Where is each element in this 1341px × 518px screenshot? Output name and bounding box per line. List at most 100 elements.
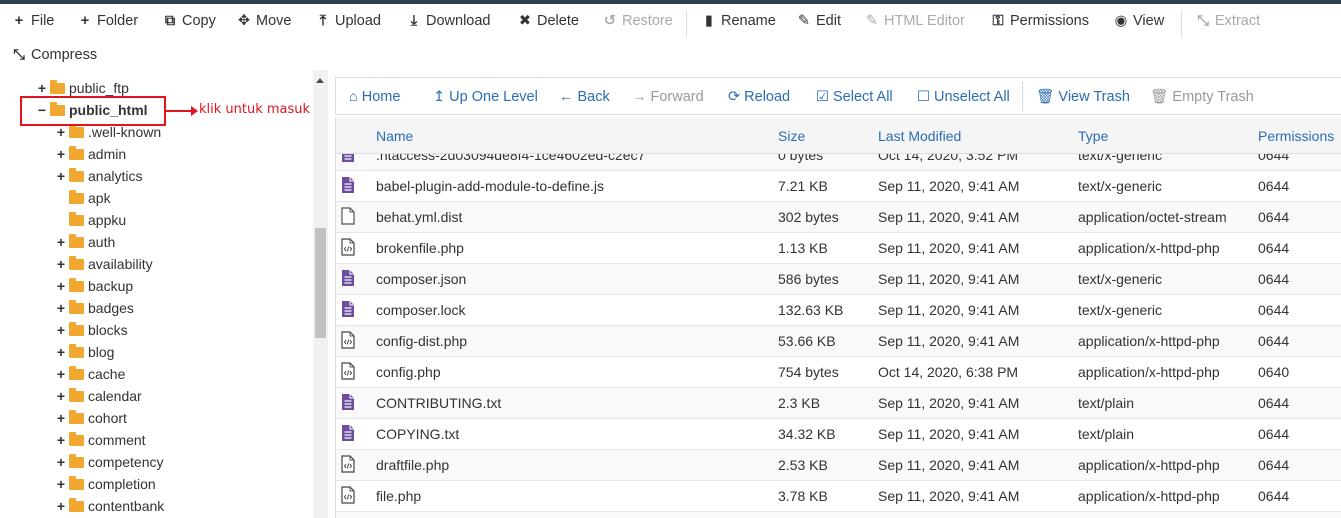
tree-scrollbar[interactable] xyxy=(313,70,328,518)
table-row[interactable]: draftfile.php 2.53 KB Sep 11, 2020, 9:41 A… xyxy=(336,450,1341,481)
tree-item-badges[interactable]: + badges xyxy=(55,297,134,319)
folder-icon xyxy=(69,190,84,204)
move-icon: ✥ xyxy=(237,13,251,29)
tree-item-backup[interactable]: + backup xyxy=(55,275,133,297)
expand-icon[interactable]: + xyxy=(55,429,67,451)
cell-name: COPYING.txt xyxy=(376,426,460,442)
cell-type: text/plain xyxy=(1078,395,1135,411)
table-row[interactable]: composer.json 586 bytes Sep 11, 2020, 9:41… xyxy=(336,264,1341,295)
file-button[interactable]: + File xyxy=(12,8,55,34)
column-header-last-modified[interactable]: Last Modified xyxy=(878,128,961,144)
edit-button[interactable]: ✎ Edit xyxy=(797,8,841,34)
reload-button[interactable]: ⟳ Reload xyxy=(728,87,790,107)
cell-type: application/octet-stream xyxy=(1078,209,1227,225)
scroll-up-icon[interactable] xyxy=(316,78,324,83)
expand-icon[interactable]: + xyxy=(55,165,67,187)
cell-perms: 0644 xyxy=(1258,488,1290,504)
expand-icon[interactable]: + xyxy=(55,341,67,363)
home-button[interactable]: ⌂ Home xyxy=(349,87,400,107)
upload-button[interactable]: ⤒ Upload xyxy=(316,8,381,34)
code-file-icon xyxy=(341,362,355,380)
tree-item-auth[interactable]: + auth xyxy=(55,231,115,253)
tree-item-blog[interactable]: + blog xyxy=(55,341,114,363)
up-one-level-button[interactable]: ↥ Up One Level xyxy=(433,87,538,107)
tree-item-blocks[interactable]: + blocks xyxy=(55,319,128,341)
table-row[interactable]: brokenfile.php 1.13 KB Sep 11, 2020, 9:41 … xyxy=(336,233,1341,264)
copy-button[interactable]: ⧉ Copy xyxy=(163,8,216,34)
table-row[interactable]: .htaccess-2d03094de8f4-1ce4602ed-c2ec7 0 … xyxy=(336,154,1341,171)
compress-button[interactable]: ⤡ Compress xyxy=(12,42,97,68)
expand-icon[interactable]: + xyxy=(55,473,67,495)
column-header-permissions[interactable]: Permissions xyxy=(1258,128,1334,144)
pencil-icon: ✎ xyxy=(797,13,811,29)
view-button[interactable]: ◉ View xyxy=(1114,8,1165,34)
select-all-button[interactable]: ☑ Select All xyxy=(816,87,893,107)
table-body: .htaccess-2d03094de8f4-1ce4602ed-c2ec7 0 … xyxy=(336,154,1341,518)
code-file-icon xyxy=(341,455,355,473)
back-button[interactable]: ← Back xyxy=(559,87,610,107)
tree-item-comment[interactable]: + comment xyxy=(55,429,146,451)
tree-item-label: blog xyxy=(88,344,115,360)
rename-button[interactable]: ▮ Rename xyxy=(702,8,776,34)
restore-label: Restore xyxy=(622,13,673,29)
tree-item-analytics[interactable]: + analytics xyxy=(55,165,142,187)
tree-item-appku[interactable]: appku xyxy=(55,209,126,231)
expand-icon[interactable]: + xyxy=(55,407,67,429)
blank-file-icon xyxy=(341,207,355,225)
tree-item-label: competency xyxy=(88,454,164,470)
column-header-type[interactable]: Type xyxy=(1078,128,1108,144)
cell-name: composer.json xyxy=(376,271,467,287)
cell-perms: 0644 xyxy=(1258,240,1290,256)
expand-icon[interactable]: + xyxy=(55,297,67,319)
expand-icon[interactable]: + xyxy=(55,143,67,165)
move-button[interactable]: ✥ Move xyxy=(237,8,292,34)
tree-item-apk[interactable]: apk xyxy=(55,187,111,209)
tree-item-cohort[interactable]: + cohort xyxy=(55,407,127,429)
cell-modified: Sep 11, 2020, 9:41 AM xyxy=(878,488,1020,504)
folder-icon xyxy=(69,124,84,138)
column-header-name[interactable]: Name xyxy=(376,128,413,144)
delete-button[interactable]: ✖ Delete xyxy=(518,8,579,34)
expand-icon[interactable]: + xyxy=(55,363,67,385)
cell-name: .htaccess-2d03094de8f4-1ce4602ed-c2ec7 xyxy=(376,154,646,163)
tree-item-calendar[interactable]: + calendar xyxy=(55,385,142,407)
folder-icon xyxy=(69,432,84,446)
table-row[interactable] xyxy=(336,512,1341,518)
table-row[interactable]: composer.lock 132.63 KB Sep 11, 2020, 9:41… xyxy=(336,295,1341,326)
table-row[interactable]: config-dist.php 53.66 KB Sep 11, 2020, 9:4… xyxy=(336,326,1341,357)
cell-size: 754 bytes xyxy=(778,364,839,380)
file-table: Name Size Last Modified Type Permissions .ht… xyxy=(335,118,1341,518)
tree-item-contentbank[interactable]: + contentbank xyxy=(55,495,164,517)
view-trash-button[interactable]: 🗑 View Trash xyxy=(1036,87,1130,107)
tree-item-availability[interactable]: + availability xyxy=(55,253,153,275)
up-one-level-label: Up One Level xyxy=(449,89,538,105)
table-row[interactable]: behat.yml.dist 302 bytes Sep 11, 2020, 9:4… xyxy=(336,202,1341,233)
tree-item-admin[interactable]: + admin xyxy=(55,143,126,165)
tree-item-competency[interactable]: + competency xyxy=(55,451,163,473)
folder-button[interactable]: + Folder xyxy=(78,8,138,34)
table-row[interactable]: config.php 754 bytes Oct 14, 2020, 6:38 PM… xyxy=(336,357,1341,388)
tree-item-label: .well-known xyxy=(88,124,162,140)
expand-icon[interactable]: + xyxy=(55,495,67,517)
download-button[interactable]: ⤓ Download xyxy=(407,8,491,34)
cell-perms: 0644 xyxy=(1258,178,1290,194)
permissions-button[interactable]: ⚿ Permissions xyxy=(991,8,1089,34)
expand-icon[interactable]: + xyxy=(55,231,67,253)
expand-icon[interactable]: + xyxy=(55,451,67,473)
column-header-size[interactable]: Size xyxy=(778,128,805,144)
cell-perms: 0644 xyxy=(1258,302,1290,318)
expand-icon[interactable]: + xyxy=(55,385,67,407)
scrollbar-thumb[interactable] xyxy=(315,228,326,338)
table-row[interactable]: CONTRIBUTING.txt 2.3 KB Sep 11, 2020, 9:41… xyxy=(336,388,1341,419)
table-row[interactable]: COPYING.txt 34.32 KB Sep 11, 2020, 9:41 AM… xyxy=(336,419,1341,450)
tree-item-cache[interactable]: + cache xyxy=(55,363,125,385)
table-row[interactable]: file.php 3.78 KB Sep 11, 2020, 9:41 AM appl… xyxy=(336,481,1341,512)
table-row[interactable]: babel-plugin-add-module-to-define.js 7.21… xyxy=(336,171,1341,202)
expand-icon[interactable]: + xyxy=(55,253,67,275)
unselect-all-button[interactable]: ☐ Unselect All xyxy=(917,87,1010,107)
tree-item-completion[interactable]: + completion xyxy=(55,473,156,495)
expand-icon[interactable]: + xyxy=(55,275,67,297)
expand-icon[interactable]: + xyxy=(55,319,67,341)
cell-modified: Sep 11, 2020, 9:41 AM xyxy=(878,271,1020,287)
cell-perms: 0644 xyxy=(1258,333,1290,349)
